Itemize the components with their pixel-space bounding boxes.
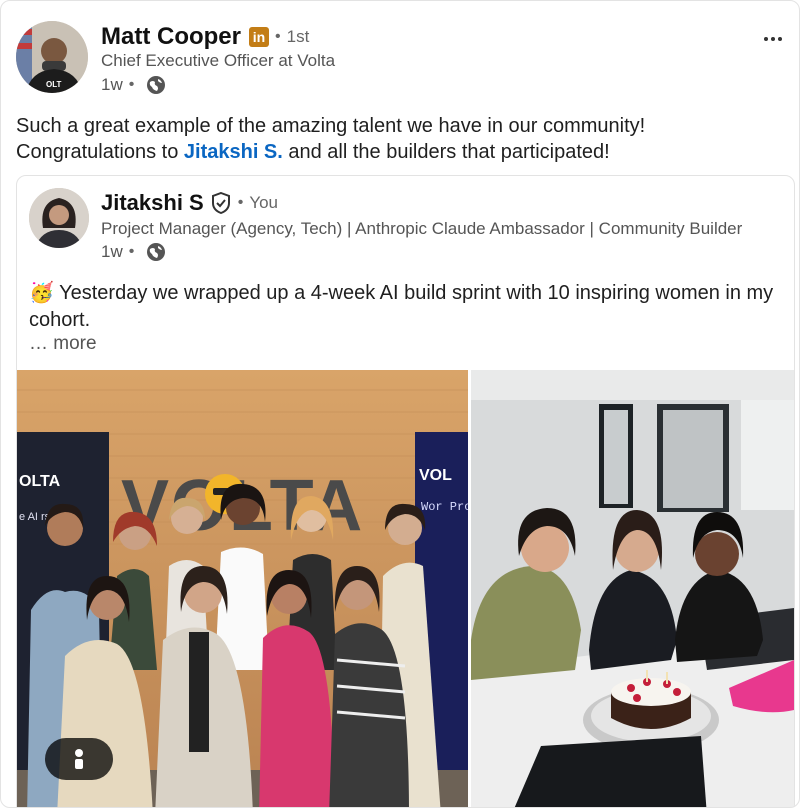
reshared-post-card[interactable]: Jitakshi S • You Project Manager (Agency… bbox=[16, 175, 795, 807]
see-more-link[interactable]: … more bbox=[29, 333, 97, 355]
relation-label: You bbox=[249, 193, 279, 212]
feed-post-card: OLT Matt Cooper in • 1st Chief Executive… bbox=[0, 0, 800, 808]
separator-dot: • bbox=[275, 28, 281, 45]
more-options-icon[interactable] bbox=[759, 25, 787, 53]
globe-icon bbox=[147, 243, 166, 261]
author-name[interactable]: Matt Cooper bbox=[101, 23, 241, 51]
shared-author-name[interactable]: Jitakshi S bbox=[101, 190, 204, 216]
shared-post-time: 1w bbox=[101, 242, 123, 261]
party-emoji: 🥳 bbox=[29, 282, 54, 304]
shared-author-avatar[interactable] bbox=[29, 188, 89, 248]
connection-degree: 1st bbox=[286, 27, 310, 46]
shared-post-body: Yesterday we wrapped up a 4-week AI buil… bbox=[29, 282, 774, 331]
shared-author-name-row: Jitakshi S • You bbox=[101, 188, 278, 218]
right-banner-text: Wor Prob Drive anac bbox=[421, 500, 468, 514]
author-headline: Chief Executive Officer at Volta bbox=[101, 51, 336, 70]
person-tag-icon bbox=[75, 749, 83, 769]
shared-post-meta: 1w • bbox=[101, 242, 166, 262]
mention-link[interactable]: Jitakshi S. bbox=[184, 141, 283, 163]
post-text-line-1: Such a great example of the amazing tale… bbox=[16, 115, 646, 137]
separator-dot: • bbox=[237, 194, 244, 211]
post-text-after-mention: and all the builders that participated! bbox=[282, 141, 610, 163]
right-banner-logo: VOL bbox=[419, 467, 452, 484]
left-banner-logo: OLTA bbox=[19, 473, 61, 490]
author-name-row: Matt Cooper in • 1st bbox=[101, 21, 309, 53]
post-meta: 1w • bbox=[101, 75, 166, 95]
shared-author-headline: Project Manager (Agency, Tech) | Anthrop… bbox=[101, 219, 743, 238]
cake-photo[interactable] bbox=[471, 370, 794, 807]
post-body: Such a great example of the amazing tale… bbox=[16, 113, 776, 165]
separator-dot: • bbox=[128, 243, 135, 260]
verified-shield-icon bbox=[211, 192, 230, 214]
separator-dot: • bbox=[128, 76, 135, 93]
linkedin-premium-icon: in bbox=[249, 27, 269, 47]
post-time: 1w bbox=[101, 75, 123, 94]
post-text-before-mention: Congratulations to bbox=[16, 141, 184, 163]
group-photo[interactable]: OLTA e AI rs, rtup VOL Wor Prob Drive an… bbox=[17, 370, 468, 807]
svg-text:OLT: OLT bbox=[46, 80, 62, 89]
post-text-line-2: Congratulations to Jitakshi S. and all t… bbox=[16, 139, 776, 165]
globe-icon bbox=[147, 76, 166, 94]
shared-post-text: 🥳 Yesterday we wrapped up a 4-week AI bu… bbox=[29, 280, 785, 334]
author-avatar[interactable]: OLT bbox=[16, 21, 88, 93]
tagged-people-button[interactable] bbox=[45, 738, 113, 780]
